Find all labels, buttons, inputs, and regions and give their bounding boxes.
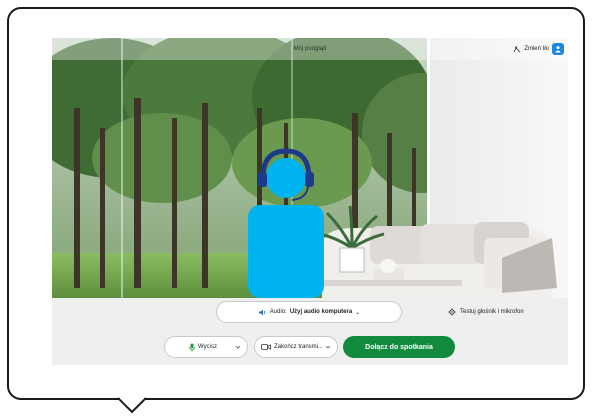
stop-video-button[interactable]: Zakończ transmi... xyxy=(254,336,338,358)
video-camera-icon xyxy=(261,344,271,350)
microphone-icon xyxy=(189,343,195,352)
join-meeting-button[interactable]: Dołącz do spotkania xyxy=(343,336,455,358)
change-background-label: Zmień tło xyxy=(524,46,549,52)
test-speaker-mic-label: Testuj głośnik i mikrofon xyxy=(460,309,524,315)
background-toggle[interactable] xyxy=(552,43,564,55)
join-controls: Wycisz Zakończ transmi... Dołącz do spot… xyxy=(52,336,568,360)
audio-label-prefix: Audio: xyxy=(269,309,287,315)
chevron-down-icon xyxy=(235,345,241,349)
chevron-down-icon xyxy=(325,345,331,349)
mute-label: Wycisz xyxy=(198,344,217,350)
stop-video-label: Zakończ transmi... xyxy=(274,344,324,350)
audio-option-selector[interactable]: Audio: Użyj audio komputera ⌄ xyxy=(216,301,402,323)
test-speaker-mic-button[interactable]: Testuj głośnik i mikrofon xyxy=(448,304,524,320)
audio-option-value: Użyj audio komputera xyxy=(289,309,353,315)
chevron-down-icon: ⌄ xyxy=(355,309,361,316)
speaker-icon xyxy=(258,309,266,315)
mute-button[interactable]: Wycisz xyxy=(164,336,248,358)
callout-pointer xyxy=(118,396,146,414)
change-background-icon xyxy=(513,45,521,53)
preview-window: Mój podgląd Zmień tło Audio: Użyj audio … xyxy=(52,38,568,365)
user-avatar xyxy=(248,148,324,298)
gear-icon xyxy=(448,308,456,316)
change-background-button[interactable]: Zmień tło xyxy=(513,41,564,57)
preview-title: Mój podgląd xyxy=(52,38,568,60)
person-blur-icon xyxy=(555,46,561,53)
